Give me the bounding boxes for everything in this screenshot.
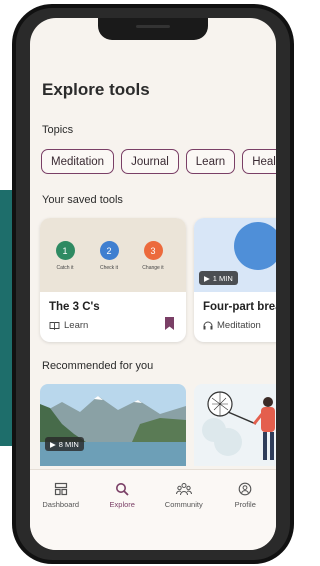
topic-chip-learn[interactable]: Learn <box>185 149 236 174</box>
recommended-card-mountain-lake[interactable]: ▶ 8 MIN <box>40 384 186 466</box>
nav-label: Community <box>164 500 203 509</box>
duration-label: 8 MIN <box>58 439 79 449</box>
step-number: 1 <box>55 241 75 260</box>
profile-icon <box>238 482 252 496</box>
saved-tools-label: Your saved tools <box>42 194 123 206</box>
step-label: Catch it <box>56 265 74 271</box>
duration-badge: ▶ 8 MIN <box>45 437 84 451</box>
nav-item-explore[interactable]: Explore <box>92 482 152 550</box>
step-number: 2 <box>99 241 119 260</box>
topic-chip-heal[interactable]: Heal <box>242 149 276 174</box>
nav-label: Profile <box>234 500 256 509</box>
phone-notch <box>98 18 208 40</box>
speaker-grille <box>136 25 170 28</box>
mountain-lake-image <box>40 384 186 466</box>
bottom-navigation: Dashboard Explore Community Profile <box>30 469 276 550</box>
phone-frame: Explore tools Topics Meditation Journal … <box>12 4 294 564</box>
dashboard-icon <box>54 482 67 496</box>
person-with-net-image <box>194 384 276 466</box>
card-thumbnail: ▶ 1 MIN <box>194 218 276 292</box>
step-label: Check it <box>99 265 119 271</box>
play-icon: ▶ <box>204 273 210 283</box>
step-number: 3 <box>143 241 163 260</box>
community-icon <box>175 483 192 496</box>
step-catch: 1 Catch it <box>52 241 78 271</box>
duration-label: 1 MIN <box>212 273 233 283</box>
recommended-card-person-with-net[interactable] <box>194 384 276 466</box>
nav-label: Explore <box>109 500 135 509</box>
three-cs-steps: 1 Catch it 2 Check it 3 Change it <box>52 241 166 271</box>
topic-chips: Meditation Journal Learn Heal <box>41 149 276 174</box>
headphones-icon <box>203 321 213 330</box>
step-change: 3 Change it <box>140 241 166 271</box>
page-title: Explore tools <box>42 80 150 99</box>
book-icon <box>49 322 60 330</box>
card-category: Learn <box>49 320 88 331</box>
saved-tools-row: 1 Catch it 2 Check it 3 Change it The 3 … <box>40 218 276 342</box>
card-title: Four-part breath <box>203 301 276 313</box>
nav-item-profile[interactable]: Profile <box>215 482 275 550</box>
topic-chip-meditation[interactable]: Meditation <box>41 149 115 174</box>
card-category-label: Learn <box>64 320 89 331</box>
bookmark-icon[interactable] <box>165 317 174 330</box>
search-icon <box>116 483 129 496</box>
nav-item-dashboard[interactable]: Dashboard <box>31 482 91 550</box>
card-title: The 3 C's <box>49 301 100 313</box>
topic-chip-journal[interactable]: Journal <box>121 149 179 174</box>
card-category-label: Meditation <box>217 320 261 331</box>
recommended-label: Recommended for you <box>42 360 154 372</box>
saved-tool-card-four-part-breath[interactable]: ▶ 1 MIN Four-part breath Meditation <box>194 218 276 342</box>
card-thumbnail: 1 Catch it 2 Check it 3 Change it <box>40 218 186 292</box>
step-label: Change it <box>142 265 164 271</box>
card-category: Meditation <box>203 320 261 331</box>
recommended-row: ▶ 8 MIN <box>40 384 276 466</box>
nav-item-community[interactable]: Community <box>154 482 214 550</box>
saved-tool-card-3cs[interactable]: 1 Catch it 2 Check it 3 Change it The 3 … <box>40 218 186 342</box>
topics-label: Topics <box>42 124 74 136</box>
app-screen: Explore tools Topics Meditation Journal … <box>30 18 276 550</box>
duration-badge: ▶ 1 MIN <box>199 271 238 285</box>
nav-label: Dashboard <box>42 500 80 509</box>
step-check: 2 Check it <box>96 241 122 271</box>
play-icon: ▶ <box>50 439 56 449</box>
phone-bezel: Explore tools Topics Meditation Journal … <box>16 8 290 560</box>
